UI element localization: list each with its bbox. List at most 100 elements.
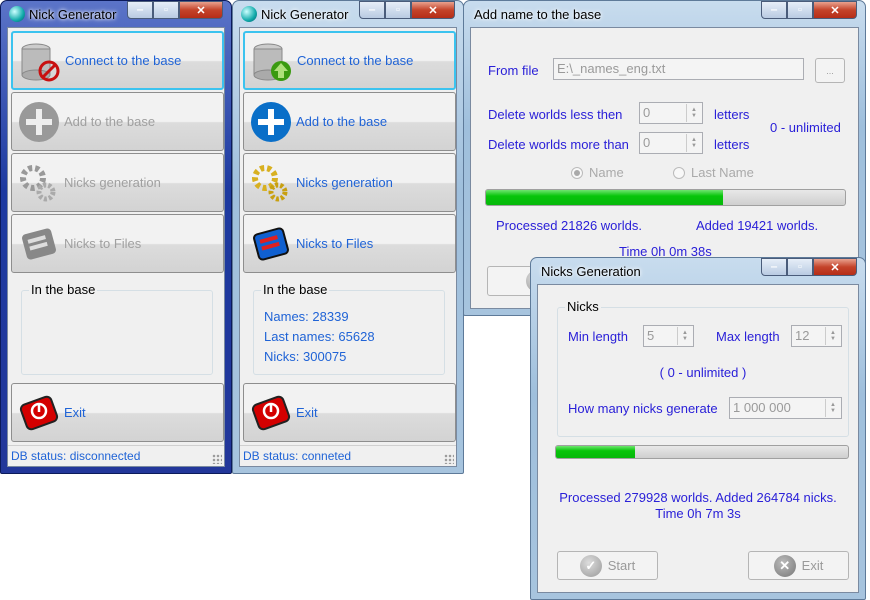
- max-length-stepper[interactable]: 12 ▲ ▼: [791, 325, 842, 347]
- delete-more-label: Delete worlds more than: [488, 137, 629, 152]
- main-window-connected: Nick Generator ‒ ▫ ✕ Connect to the base A…: [232, 0, 464, 474]
- connect-button[interactable]: Connect to the base: [11, 31, 224, 90]
- radio-dot: [571, 167, 583, 179]
- min-length-value: 5: [647, 328, 655, 343]
- nicks-to-files-button[interactable]: Nicks to Files: [11, 214, 224, 273]
- status-bar: DB status: disconnected: [8, 445, 224, 466]
- nicks-generation-label: Nicks generation: [296, 175, 393, 190]
- title-bar: Nick Generator ‒ ▫ ✕: [239, 1, 457, 27]
- file-path-input[interactable]: E:\_names_eng.txt: [553, 58, 804, 80]
- start-button[interactable]: ✓ Start: [557, 551, 658, 580]
- status-bar: DB status: conneted: [240, 445, 456, 466]
- power-icon: [19, 395, 59, 431]
- radio-last-name-label: Last Name: [691, 165, 754, 180]
- radio-dot: [673, 167, 685, 179]
- nicks-generation-window: Nicks Generation ‒ ▫ ✕ Nicks Min length 5 ▲…: [530, 257, 866, 600]
- count-label: How many nicks generate: [568, 401, 718, 416]
- nicks-count: Nicks: 300075: [264, 349, 347, 364]
- browse-button[interactable]: ...: [815, 58, 845, 83]
- plus-icon: [19, 102, 59, 142]
- maximize-button[interactable]: ▫: [153, 1, 179, 19]
- add-label: Add to the base: [64, 114, 156, 129]
- close-button[interactable]: ✕: [813, 258, 857, 276]
- maximize-button[interactable]: ▫: [385, 1, 411, 19]
- close-circle-icon: ✕: [773, 554, 796, 577]
- exit-label: Exit: [296, 405, 318, 420]
- minimize-button[interactable]: ‒: [359, 1, 385, 19]
- delete-more-value: 0: [643, 135, 651, 150]
- app-icon: [241, 6, 257, 22]
- names-count: Names: 28339: [264, 309, 349, 324]
- progress-fill: [486, 190, 723, 205]
- client-area: Connect to the base Add to the base Nick…: [7, 27, 225, 467]
- spin-arrows[interactable]: ▲ ▼: [825, 327, 840, 345]
- letters-label-2: letters: [714, 137, 750, 152]
- unlimited-note: ( 0 - unlimited ): [659, 365, 747, 380]
- spin-arrows[interactable]: ▲ ▼: [825, 399, 840, 417]
- radio-name[interactable]: Name: [571, 165, 624, 180]
- added-text: Added 19421 worlds.: [696, 218, 819, 233]
- minimize-button[interactable]: ‒: [761, 258, 787, 276]
- main-window-disconnected: Nick Generator ‒ ▫ ✕ Connect to the base A…: [0, 0, 232, 474]
- maximize-button[interactable]: ▫: [787, 258, 813, 276]
- maximize-button[interactable]: ▫: [787, 1, 813, 19]
- window-title: Nicks Generation: [541, 263, 641, 279]
- add-to-base-button[interactable]: Add to the base: [243, 92, 456, 151]
- delete-more-stepper[interactable]: 0 ▲ ▼: [639, 132, 703, 154]
- generation-progress-bar: [555, 445, 849, 459]
- connect-label: Connect to the base: [297, 53, 414, 68]
- resize-grip[interactable]: [212, 454, 222, 464]
- result-text: Processed 279928 worlds. Added 264784 ni…: [559, 490, 837, 505]
- exit-button[interactable]: ✕ Exit: [748, 551, 849, 580]
- nicks-generation-button[interactable]: Nicks generation: [243, 153, 456, 212]
- floppy-icon: [22, 228, 56, 260]
- delete-less-stepper[interactable]: 0 ▲ ▼: [639, 102, 703, 124]
- spin-arrows[interactable]: ▲ ▼: [686, 104, 701, 122]
- max-length-label: Max length: [716, 329, 780, 344]
- group-label: Nicks: [565, 299, 601, 314]
- delete-less-value: 0: [643, 105, 651, 120]
- start-label: Start: [607, 558, 636, 573]
- floppy-icon: [253, 227, 289, 261]
- gears-icon: [20, 165, 56, 202]
- from-file-label: From file: [488, 63, 539, 78]
- exit-button[interactable]: Exit: [243, 383, 456, 442]
- minimize-button[interactable]: ‒: [127, 1, 153, 19]
- exit-button[interactable]: Exit: [11, 383, 224, 442]
- delete-less-label: Delete worlds less then: [488, 107, 623, 122]
- spin-arrows[interactable]: ▲ ▼: [677, 327, 692, 345]
- time-text: Time 0h 7m 3s: [655, 506, 741, 521]
- close-button[interactable]: ✕: [179, 1, 223, 19]
- progress-fill: [556, 446, 635, 458]
- client-area: Connect to the base Add to the base Nick…: [239, 27, 457, 467]
- title-bar: Nicks Generation ‒ ▫ ✕: [537, 258, 859, 284]
- db-status: DB status: conneted: [243, 449, 352, 463]
- window-title: Nick Generator: [29, 6, 117, 22]
- group-label: In the base: [261, 282, 330, 297]
- database-connected-icon: [253, 43, 291, 81]
- resize-grip[interactable]: [444, 454, 454, 464]
- nicks-generation-button[interactable]: Nicks generation: [11, 153, 224, 212]
- radio-last-name[interactable]: Last Name: [673, 165, 754, 180]
- minimize-button[interactable]: ‒: [761, 1, 787, 19]
- nicks-to-files-label: Nicks to Files: [64, 236, 142, 251]
- unlimited-note: 0 - unlimited: [770, 120, 841, 135]
- close-button[interactable]: ✕: [411, 1, 455, 19]
- close-button[interactable]: ✕: [813, 1, 857, 19]
- exit-label: Exit: [801, 558, 824, 573]
- connect-button[interactable]: Connect to the base: [243, 31, 456, 90]
- window-title: Add name to the base: [474, 6, 602, 22]
- db-status: DB status: disconnected: [11, 449, 141, 463]
- spin-arrows[interactable]: ▲ ▼: [686, 134, 701, 152]
- radio-name-label: Name: [589, 165, 624, 180]
- add-label: Add to the base: [296, 114, 388, 129]
- min-length-label: Min length: [568, 329, 628, 344]
- count-stepper[interactable]: 1 000 000 ▲ ▼: [729, 397, 842, 419]
- nicks-to-files-button[interactable]: Nicks to Files: [243, 214, 456, 273]
- add-to-base-button[interactable]: Add to the base: [11, 92, 224, 151]
- processed-text: Processed 21826 worlds.: [496, 218, 642, 233]
- letters-label-1: letters: [714, 107, 750, 122]
- nicks-generation-label: Nicks generation: [64, 175, 161, 190]
- min-length-stepper[interactable]: 5 ▲ ▼: [643, 325, 694, 347]
- import-progress-bar: [485, 189, 846, 206]
